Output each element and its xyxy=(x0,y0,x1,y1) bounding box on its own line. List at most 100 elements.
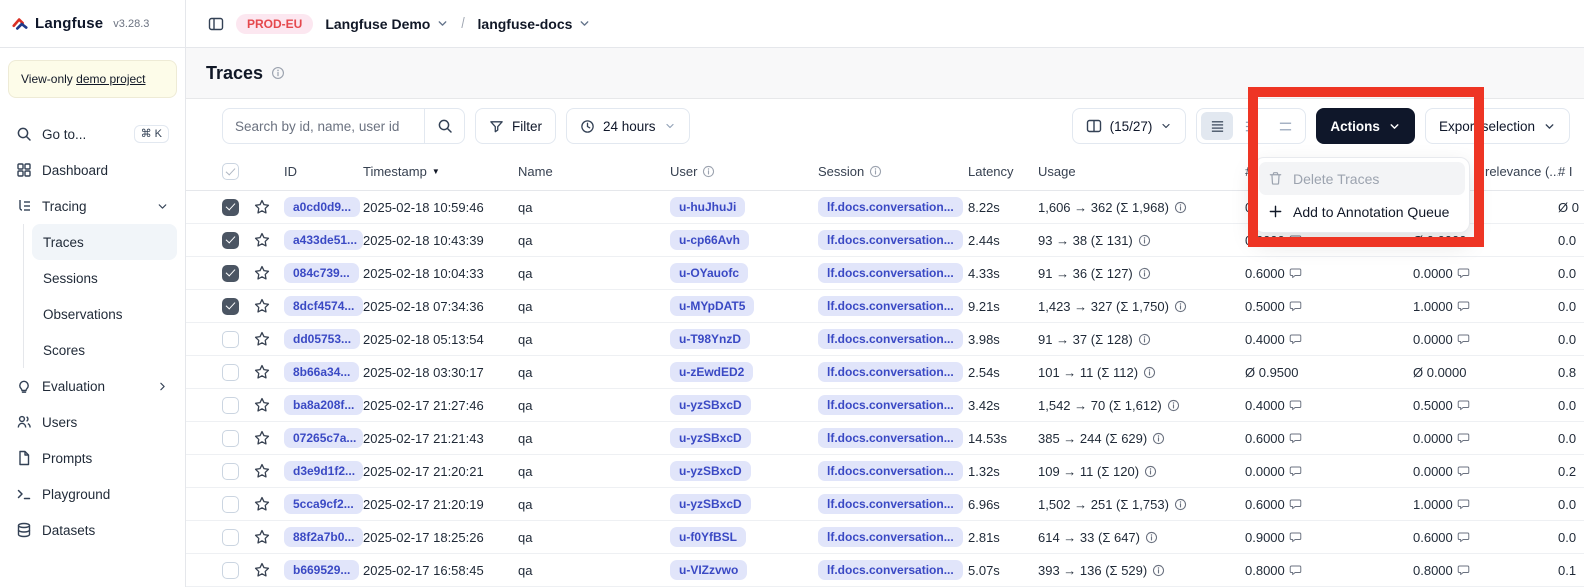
table-row[interactable]: 8dcf4574... 2025-02-18 07:34:36 qa u-MYp… xyxy=(186,290,1584,323)
trace-id-badge[interactable]: b669529... xyxy=(284,560,359,580)
trace-id-badge[interactable]: 084c739... xyxy=(284,263,359,283)
select-all-checkbox[interactable] xyxy=(222,163,239,180)
sidebar-item-dashboard[interactable]: Dashboard xyxy=(8,152,177,188)
row-checkbox[interactable] xyxy=(222,265,239,282)
comment-bubble-icon[interactable] xyxy=(1457,267,1470,280)
trace-id-badge[interactable]: a0cd0d9... xyxy=(284,197,360,217)
session-id-badge[interactable]: lf.docs.conversation... xyxy=(818,296,963,316)
row-checkbox[interactable] xyxy=(222,397,239,414)
project-selector[interactable]: langfuse-docs xyxy=(478,16,592,32)
sidebar-item-datasets[interactable]: Datasets xyxy=(8,512,177,548)
user-id-badge[interactable]: u-cp66Avh xyxy=(670,230,749,250)
user-id-badge[interactable]: u-yzSBxcD xyxy=(670,461,751,481)
org-selector[interactable]: Langfuse Demo xyxy=(325,16,449,32)
header-timestamp[interactable]: Timestamp▼ xyxy=(363,164,518,179)
comment-bubble-icon[interactable] xyxy=(1289,333,1302,346)
session-id-badge[interactable]: lf.docs.conversation... xyxy=(818,362,963,382)
column-visibility-button[interactable]: (15/27) xyxy=(1072,108,1187,144)
comment-bubble-icon[interactable] xyxy=(1289,465,1302,478)
sidebar-item-playground[interactable]: Playground xyxy=(8,476,177,512)
header-count[interactable]: # I xyxy=(1558,164,1584,179)
favorite-star-button[interactable] xyxy=(254,562,284,578)
comment-bubble-icon[interactable] xyxy=(1289,498,1302,511)
comment-bubble-icon[interactable] xyxy=(1289,300,1302,313)
comment-bubble-icon[interactable] xyxy=(1457,399,1470,412)
trace-id-badge[interactable]: 88f2a7b0... xyxy=(284,527,363,547)
comment-bubble-icon[interactable] xyxy=(1289,531,1302,544)
session-id-badge[interactable]: lf.docs.conversation... xyxy=(818,494,963,514)
row-height-medium-button[interactable] xyxy=(1235,112,1267,140)
sidebar-item-tracing[interactable]: Tracing xyxy=(8,188,177,224)
table-row[interactable]: dd05753... 2025-02-18 05:13:54 qa u-T98Y… xyxy=(186,323,1584,356)
goto-search[interactable]: Go to... ⌘ K xyxy=(8,116,177,152)
user-id-badge[interactable]: u-f0YfBSL xyxy=(670,527,746,547)
row-checkbox[interactable] xyxy=(222,562,239,579)
header-user[interactable]: User xyxy=(670,164,818,179)
sidebar-item-evaluation[interactable]: Evaluation xyxy=(8,368,177,404)
sidebar-item-users[interactable]: Users xyxy=(8,404,177,440)
table-row[interactable]: b669529... 2025-02-17 16:58:45 qa u-VIZz… xyxy=(186,554,1584,587)
table-row[interactable]: d3e9d1f2... 2025-02-17 21:20:21 qa u-yzS… xyxy=(186,455,1584,488)
row-height-large-button[interactable] xyxy=(1269,112,1301,140)
favorite-star-button[interactable] xyxy=(254,232,284,248)
row-checkbox[interactable] xyxy=(222,331,239,348)
comment-bubble-icon[interactable] xyxy=(1289,564,1302,577)
user-id-badge[interactable]: u-VIZzvwo xyxy=(670,560,747,580)
actions-button[interactable]: Actions xyxy=(1316,108,1415,144)
trace-id-badge[interactable]: a433de51... xyxy=(284,230,363,250)
favorite-star-button[interactable] xyxy=(254,529,284,545)
row-checkbox[interactable] xyxy=(222,232,239,249)
comment-bubble-icon[interactable] xyxy=(1457,432,1470,445)
sidebar-item-sessions[interactable]: Sessions xyxy=(32,260,177,296)
user-id-badge[interactable]: u-yzSBxcD xyxy=(670,428,751,448)
header-session[interactable]: Session xyxy=(818,164,968,179)
sidebar-item-prompts[interactable]: Prompts xyxy=(8,440,177,476)
comment-bubble-icon[interactable] xyxy=(1457,465,1470,478)
comment-bubble-icon[interactable] xyxy=(1457,300,1470,313)
demo-project-link[interactable]: demo project xyxy=(76,72,145,86)
search-submit-button[interactable] xyxy=(424,109,464,143)
trace-id-badge[interactable]: 8b66a34... xyxy=(284,362,359,382)
trace-id-badge[interactable]: 07265c7a... xyxy=(284,428,363,448)
session-id-badge[interactable]: lf.docs.conversation... xyxy=(818,428,963,448)
time-range-button[interactable]: 24 hours xyxy=(566,108,690,144)
sidebar-item-traces[interactable]: Traces xyxy=(32,224,177,260)
session-id-badge[interactable]: lf.docs.conversation... xyxy=(818,230,963,250)
sidebar-item-scores[interactable]: Scores xyxy=(32,332,177,368)
comment-bubble-icon[interactable] xyxy=(1289,399,1302,412)
trace-id-badge[interactable]: 5cca9cf2... xyxy=(284,494,363,514)
favorite-star-button[interactable] xyxy=(254,397,284,413)
table-row[interactable]: 8b66a34... 2025-02-18 03:30:17 qa u-zEwd… xyxy=(186,356,1584,389)
row-checkbox[interactable] xyxy=(222,529,239,546)
header-latency[interactable]: Latency xyxy=(968,164,1038,179)
row-checkbox[interactable] xyxy=(222,364,239,381)
sidebar-item-observations[interactable]: Observations xyxy=(32,296,177,332)
trace-id-badge[interactable]: d3e9d1f2... xyxy=(284,461,363,481)
user-id-badge[interactable]: u-yzSBxcD xyxy=(670,494,751,514)
user-id-badge[interactable]: u-T98YnzD xyxy=(670,329,750,349)
favorite-star-button[interactable] xyxy=(254,199,284,215)
favorite-star-button[interactable] xyxy=(254,331,284,347)
favorite-star-button[interactable] xyxy=(254,265,284,281)
trace-id-badge[interactable]: 8dcf4574... xyxy=(284,296,363,316)
user-id-badge[interactable]: u-huJhuJi xyxy=(670,197,745,217)
comment-bubble-icon[interactable] xyxy=(1457,333,1470,346)
favorite-star-button[interactable] xyxy=(254,496,284,512)
row-checkbox[interactable] xyxy=(222,298,239,315)
session-id-badge[interactable]: lf.docs.conversation... xyxy=(818,263,963,283)
comment-bubble-icon[interactable] xyxy=(1457,498,1470,511)
comment-bubble-icon[interactable] xyxy=(1457,531,1470,544)
user-id-badge[interactable]: u-OYauofc xyxy=(670,263,748,283)
menu-item-delete-traces[interactable]: Delete Traces xyxy=(1259,162,1465,195)
export-selection-button[interactable]: Export selection xyxy=(1425,108,1570,144)
session-id-badge[interactable]: lf.docs.conversation... xyxy=(818,395,963,415)
comment-bubble-icon[interactable] xyxy=(1289,432,1302,445)
trace-id-badge[interactable]: ba8a208f... xyxy=(284,395,363,415)
table-row[interactable]: 5cca9cf2... 2025-02-17 21:20:19 qa u-yzS… xyxy=(186,488,1584,521)
session-id-badge[interactable]: lf.docs.conversation... xyxy=(818,197,963,217)
comment-bubble-icon[interactable] xyxy=(1289,267,1302,280)
search-input[interactable] xyxy=(223,119,424,134)
comment-bubble-icon[interactable] xyxy=(1289,234,1302,247)
table-row[interactable]: 07265c7a... 2025-02-17 21:21:43 qa u-yzS… xyxy=(186,422,1584,455)
trace-id-badge[interactable]: dd05753... xyxy=(284,329,360,349)
